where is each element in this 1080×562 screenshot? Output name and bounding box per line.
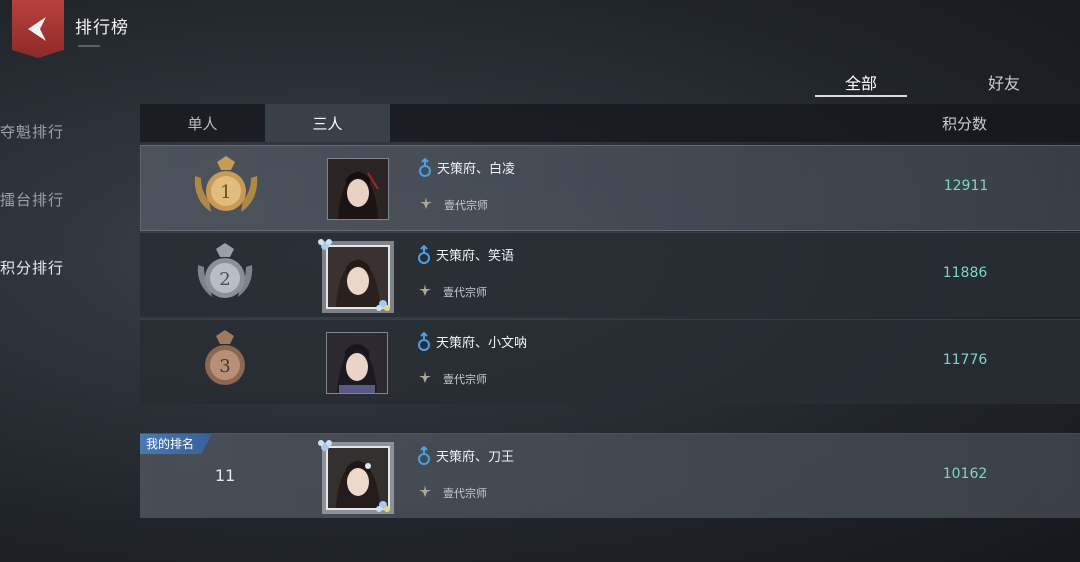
male-icon [419, 158, 431, 177]
flower-decoration-icon [376, 300, 390, 311]
rank-number: 2 [219, 269, 230, 290]
table-row[interactable]: 3 天策府、小文呐 壹代宗师 11776 [140, 319, 1080, 404]
title-underline [78, 45, 100, 47]
title-badge-icon [419, 371, 431, 383]
title-badge-icon [420, 197, 432, 209]
player-title: 壹代宗师 [443, 487, 487, 500]
table-row[interactable]: 2 天策府、笑语 壹代宗师 11886 [140, 232, 1080, 317]
my-rank-badge: 我的排名 [140, 434, 213, 454]
avatar[interactable] [327, 158, 389, 220]
tab-trio[interactable]: 三人 [265, 104, 390, 142]
rank-number: 1 [220, 182, 231, 203]
table-row[interactable]: 1 天策府、白凌 壹代宗师 12911 [140, 145, 1080, 231]
my-rank-row[interactable]: 我的排名 11 天策府、刀王 壹代宗师 10162 [140, 433, 1080, 518]
score-value: 11886 [942, 265, 988, 281]
sidebar-item-arena[interactable]: 擂台排行 [0, 189, 64, 210]
player-name: 天策府、笑语 [436, 249, 515, 264]
tab-solo[interactable]: 单人 [140, 104, 265, 142]
male-icon [418, 245, 430, 264]
silver-medal-icon: 2 [197, 243, 253, 298]
male-icon [418, 446, 430, 465]
tab-friends[interactable]: 好友 [958, 70, 1050, 94]
score-column-header: 积分数 [941, 115, 987, 133]
page-title: 排行榜 [75, 18, 129, 38]
flower-decoration-icon [318, 239, 332, 250]
score-value: 10162 [942, 466, 988, 482]
avatar[interactable] [326, 332, 388, 394]
male-icon [418, 332, 430, 351]
player-title: 壹代宗师 [443, 286, 487, 299]
player-name: 天策府、白凌 [437, 162, 516, 177]
rank-number: 3 [219, 356, 230, 377]
flower-decoration-icon [318, 440, 332, 451]
title-badge-icon [419, 284, 431, 296]
sidebar-item-champion[interactable]: 夺魁排行 [0, 121, 64, 142]
ranking-header: 单人 三人 积分数 [140, 104, 1080, 142]
score-value: 11776 [942, 352, 988, 368]
tab-all[interactable]: 全部 [815, 70, 907, 94]
player-title: 壹代宗师 [444, 199, 488, 212]
back-arrow-icon [28, 17, 46, 41]
bronze-medal-icon: 3 [205, 330, 245, 385]
player-name: 天策府、刀王 [436, 450, 515, 465]
title-badge-icon [419, 485, 431, 497]
score-value: 12911 [943, 178, 989, 194]
tab-underline [815, 95, 907, 97]
sidebar-item-points[interactable]: 积分排行 [0, 257, 64, 278]
gold-medal-icon: 1 [194, 156, 258, 212]
player-title: 壹代宗师 [443, 373, 487, 386]
back-button[interactable] [12, 0, 64, 58]
my-rank-number: 11 [214, 466, 236, 485]
player-name: 天策府、小文呐 [436, 336, 528, 351]
flower-decoration-icon [376, 501, 390, 512]
